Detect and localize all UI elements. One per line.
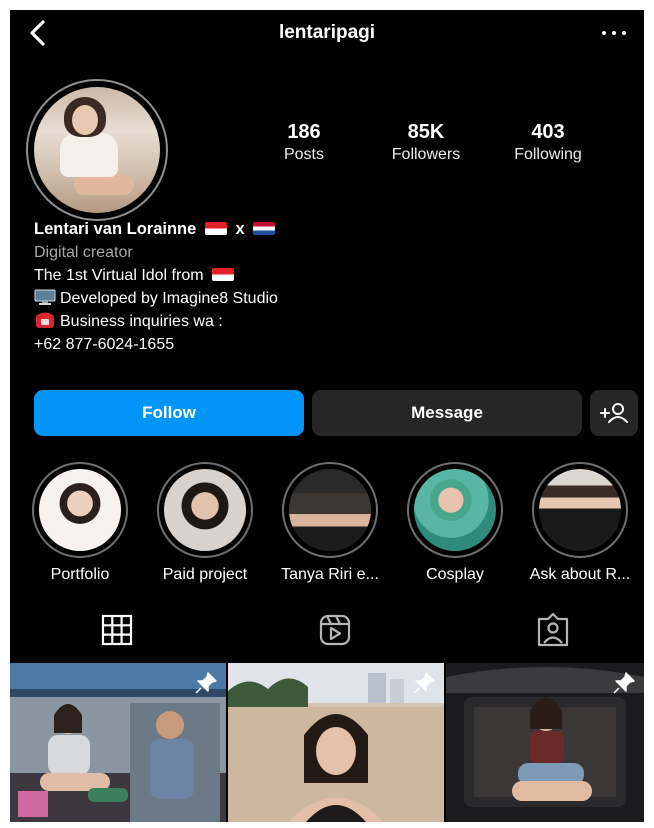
followers-stat[interactable]: 85K Followers: [366, 120, 486, 164]
more-options-button[interactable]: [600, 22, 630, 42]
highlight-label: Tanya Riri e...: [281, 566, 379, 583]
more-horizontal-icon: [602, 31, 606, 35]
profile-avatar-ring: [26, 79, 168, 221]
bio-line-1-text: The 1st Virtual Idol from: [34, 267, 204, 284]
desktop-computer-icon: [34, 289, 56, 306]
follow-button[interactable]: Follow: [34, 390, 304, 436]
followers-count: 85K: [407, 121, 445, 143]
highlight-cover-image: [539, 469, 621, 551]
tab-tagged[interactable]: [523, 610, 583, 650]
pin-icon: [613, 672, 635, 694]
display-name-row: Lentari van Lorainne x: [34, 218, 624, 241]
highlight-ring: [282, 462, 378, 558]
highlight-ring: [532, 462, 628, 558]
highlight-label: Ask about R...: [529, 566, 631, 583]
following-stat[interactable]: 403 Following: [488, 120, 608, 164]
highlight-cover-image: [414, 469, 496, 551]
highlight-tanya-riri[interactable]: Tanya Riri e...: [268, 462, 392, 584]
bio-line-2-text: Developed by Imagine8 Studio: [60, 290, 278, 307]
highlight-paid-project[interactable]: Paid project: [143, 462, 267, 584]
following-count: 403: [531, 121, 565, 143]
pin-icon: [195, 672, 217, 694]
add-user-icon: [600, 403, 628, 423]
bio-phone-number[interactable]: +62 877-6024-1655: [34, 333, 624, 356]
posts-count: 186: [287, 121, 321, 143]
highlight-ring: [32, 462, 128, 558]
top-bar: lentaripagi: [10, 10, 644, 58]
profile-avatar[interactable]: [34, 87, 160, 213]
netherlands-flag-icon: [253, 222, 276, 235]
grid-post-3[interactable]: [446, 663, 644, 822]
highlight-ring: [157, 462, 253, 558]
posts-label: Posts: [283, 146, 324, 163]
highlight-portfolio[interactable]: Portfolio: [18, 462, 142, 584]
name-separator: x: [235, 220, 245, 238]
bio-line-2: Developed by Imagine8 Studio: [34, 287, 624, 310]
grid-icon: [101, 614, 133, 646]
bio-line-3-text: Business inquiries wa :: [60, 313, 223, 330]
indonesia-flag-icon: [212, 268, 235, 281]
profile-username: lentaripagi: [278, 22, 376, 43]
highlight-cover-image: [39, 469, 121, 551]
bio-line-1: The 1st Virtual Idol from: [34, 264, 624, 287]
highlight-ask-about[interactable]: Ask about R...: [518, 462, 642, 584]
profile-bio: Lentari van Lorainne x Digital creator T…: [34, 218, 624, 356]
message-button[interactable]: Message: [312, 390, 582, 436]
suggest-users-button[interactable]: [590, 390, 638, 436]
profile-screen: lentaripagi 186 Posts 85K Followers 403 …: [10, 10, 644, 822]
highlight-cover-image: [164, 469, 246, 551]
highlight-ring: [407, 462, 503, 558]
bio-line-3: Business inquiries wa :: [34, 310, 624, 333]
indonesia-flag-icon: [204, 222, 227, 235]
followers-label: Followers: [391, 146, 461, 163]
highlight-label: Paid project: [162, 566, 248, 583]
highlight-label: Cosplay: [426, 566, 484, 583]
tab-reels[interactable]: [305, 610, 365, 650]
highlight-cosplay[interactable]: Cosplay: [393, 462, 517, 584]
highlight-cover-image: [289, 469, 371, 551]
tagged-icon: [537, 612, 569, 647]
tab-posts-grid[interactable]: [87, 610, 147, 650]
posts-stat[interactable]: 186 Posts: [244, 120, 364, 164]
pin-icon: [413, 672, 435, 694]
reels-icon: [319, 614, 351, 646]
grid-post-2[interactable]: [228, 663, 444, 822]
following-label: Following: [514, 146, 582, 163]
profile-category: Digital creator: [34, 244, 133, 261]
grid-post-1[interactable]: [10, 663, 226, 822]
telephone-icon: [34, 312, 56, 329]
display-name: Lentari van Lorainne: [34, 220, 197, 238]
highlight-label: Portfolio: [50, 566, 110, 583]
